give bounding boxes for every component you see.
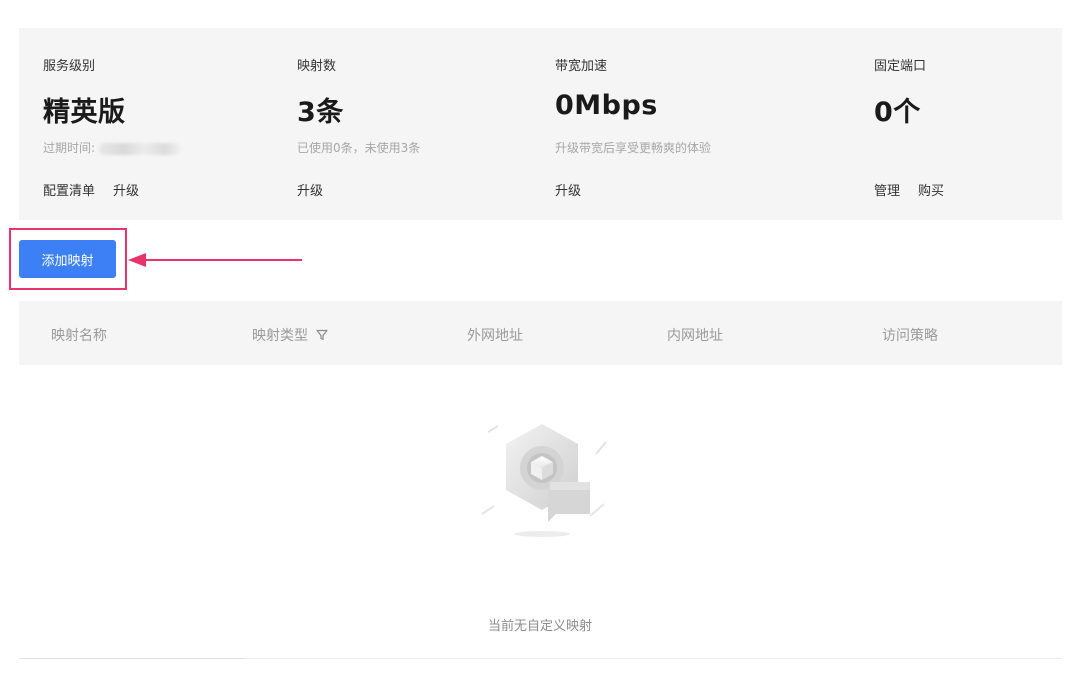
- pointer-arrow-icon: [128, 253, 302, 267]
- stat-value: 0个: [874, 97, 921, 128]
- buy-port-link[interactable]: 购买: [918, 180, 944, 199]
- stat-actions: 升级: [555, 180, 581, 199]
- summary-panel: 服务级别 精英版 过期时间: 配置清单 升级 映射数 3条 已使用0条，未使用3…: [19, 28, 1062, 220]
- add-mapping-button[interactable]: 添加映射: [19, 240, 116, 278]
- stat-actions: 升级: [297, 180, 323, 199]
- stat-value: 0Mbps: [555, 90, 658, 121]
- column-header-name: 映射名称: [51, 325, 107, 345]
- divider-accent: [19, 658, 245, 659]
- manage-port-link[interactable]: 管理: [874, 180, 900, 199]
- upgrade-service-link[interactable]: 升级: [113, 180, 139, 199]
- column-header-public-address: 外网地址: [467, 325, 523, 345]
- page: 服务级别 精英版 过期时间: 配置清单 升级 映射数 3条 已使用0条，未使用3…: [0, 0, 1080, 687]
- stat-label: 服务级别: [43, 59, 96, 74]
- upgrade-bandwidth-link[interactable]: 升级: [555, 180, 581, 199]
- stat-sub: 升级带宽后享受更畅爽的体验: [555, 141, 712, 155]
- expire-time: 过期时间:: [43, 139, 182, 156]
- stat-label: 固定端口: [874, 59, 927, 74]
- table-header: 映射名称 映射类型 外网地址 内网地址 访问策略: [19, 301, 1062, 365]
- column-header-type: 映射类型: [252, 325, 328, 345]
- stat-sub: 已使用0条，未使用3条: [297, 141, 421, 155]
- redacted-date: [99, 142, 182, 155]
- empty-state-text: 当前无自定义映射: [487, 619, 592, 634]
- column-label: 访问策略: [882, 328, 938, 344]
- column-label: 映射名称: [51, 328, 107, 344]
- column-label: 映射类型: [252, 328, 308, 344]
- column-header-access-policy: 访问策略: [882, 325, 938, 345]
- filter-icon[interactable]: [316, 329, 328, 341]
- stat-value: 3条: [297, 97, 344, 128]
- column-label: 外网地址: [467, 328, 523, 344]
- upgrade-mappings-link[interactable]: 升级: [297, 180, 323, 199]
- column-header-private-address: 内网地址: [667, 325, 723, 345]
- stat-label: 带宽加速: [555, 59, 608, 74]
- stat-label: 映射数: [297, 59, 337, 74]
- empty-box-icon: [481, 424, 607, 537]
- stat-actions: 配置清单 升级: [43, 180, 139, 199]
- stat-actions: 管理 购买: [874, 180, 944, 199]
- stat-value: 精英版: [43, 97, 126, 128]
- expire-time-label: 过期时间:: [43, 141, 96, 155]
- config-list-link[interactable]: 配置清单: [43, 180, 95, 199]
- column-label: 内网地址: [667, 328, 723, 344]
